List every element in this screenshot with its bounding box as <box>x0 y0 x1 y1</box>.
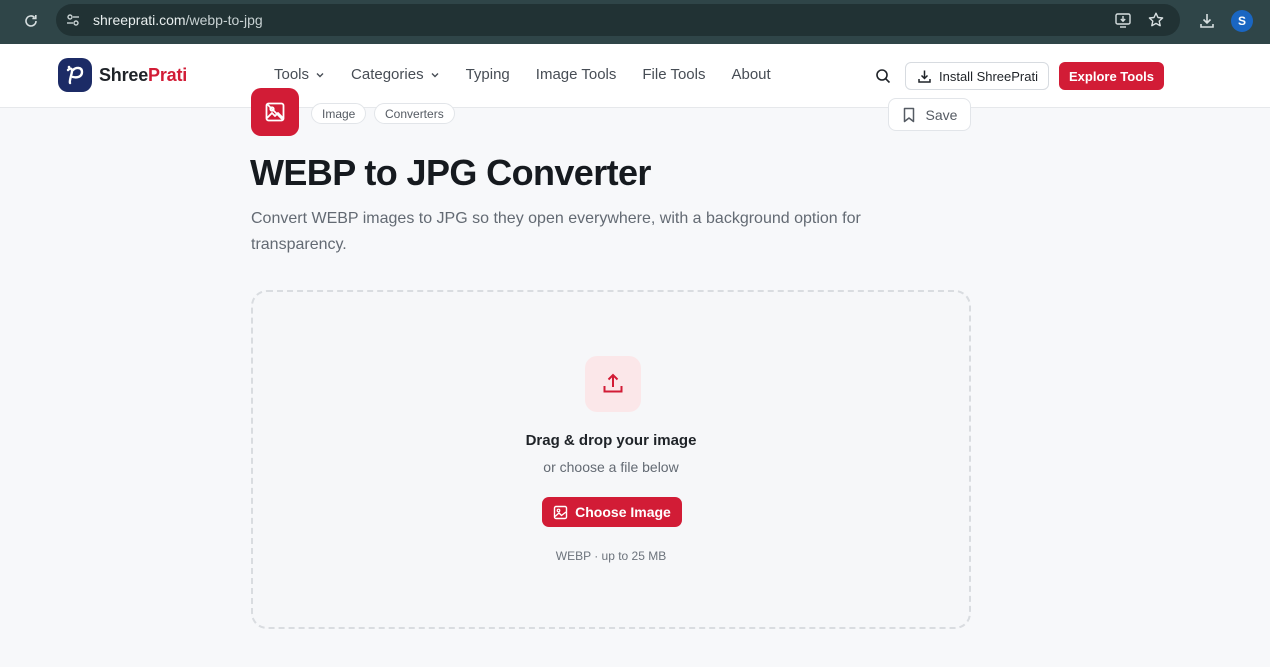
logo-text-first: Shree <box>99 64 149 85</box>
chevron-down-icon <box>430 70 440 80</box>
downloads-icon[interactable] <box>1196 10 1218 32</box>
image-tool-icon <box>251 88 299 136</box>
save-label: Save <box>925 106 958 123</box>
nav-label: Image Tools <box>535 66 617 83</box>
nav-item-image-tools[interactable]: Image Tools <box>536 66 617 83</box>
choose-image-button[interactable]: Choose Image <box>542 497 682 527</box>
page-description: Convert WEBP images to JPG so they open … <box>251 210 861 253</box>
nav-label: Categories <box>351 66 424 83</box>
nav-item-categories[interactable]: Categories <box>351 66 440 83</box>
nav-label: File Tools <box>642 66 706 83</box>
upload-icon <box>585 356 641 412</box>
url-domain: shreeprati.com <box>93 12 186 28</box>
save-button[interactable]: Save <box>888 98 971 131</box>
nav-item-typing[interactable]: Typing <box>466 66 510 83</box>
logo-mark-icon <box>58 58 92 92</box>
url-text[interactable]: shreeprati.com/webp-to-jpg <box>93 12 263 28</box>
bookmark-icon <box>903 107 914 122</box>
tag-converters[interactable]: Converters <box>374 103 455 124</box>
install-app-label: Install ShreePrati <box>939 68 1038 84</box>
logo-text: ShreePrati <box>99 65 187 86</box>
reload-icon[interactable] <box>20 10 42 32</box>
main-nav: Tools Categories Typing Image Tools File… <box>274 66 797 83</box>
image-upload-icon <box>553 505 568 519</box>
site-logo[interactable]: ShreePrati <box>58 58 187 92</box>
install-app-icon[interactable] <box>1114 11 1132 29</box>
nav-label: Tools <box>274 66 310 83</box>
site-settings-icon[interactable] <box>65 12 81 28</box>
url-path: /webp-to-jpg <box>185 12 263 28</box>
download-icon <box>918 70 931 83</box>
nav-label: Typing <box>465 66 510 83</box>
install-app-button[interactable]: Install ShreePrati <box>905 62 1049 90</box>
logo-text-second: Prati <box>148 64 188 85</box>
choose-image-label: Choose Image <box>575 504 671 520</box>
nav-label: About <box>731 66 771 83</box>
upload-dropzone[interactable]: Drag & drop your image or choose a file … <box>251 290 971 629</box>
site-header: ShreePrati Tools Categories Typing Image… <box>0 44 1270 108</box>
file-limit-text: WEBP · up to 25 MB <box>555 549 667 563</box>
dropzone-subtitle: or choose a file below <box>543 459 679 475</box>
address-bar[interactable]: shreeprati.com/webp-to-jpg <box>56 4 1180 36</box>
browser-toolbar: shreeprati.com/webp-to-jpg S <box>0 0 1270 44</box>
nav-item-tools[interactable]: Tools <box>274 66 325 83</box>
profile-avatar[interactable]: S <box>1231 10 1253 32</box>
dropzone-title: Drag & drop your image <box>525 432 697 449</box>
nav-item-about[interactable]: About <box>731 66 770 83</box>
nav-item-file-tools[interactable]: File Tools <box>642 66 705 83</box>
bookmark-star-icon[interactable] <box>1147 11 1165 29</box>
explore-tools-button[interactable]: Explore Tools <box>1059 62 1164 90</box>
tag-image[interactable]: Image <box>311 103 367 124</box>
chevron-down-icon <box>315 70 325 80</box>
search-icon[interactable] <box>873 66 893 86</box>
page-title: WEBP to JPG Converter <box>250 152 651 193</box>
